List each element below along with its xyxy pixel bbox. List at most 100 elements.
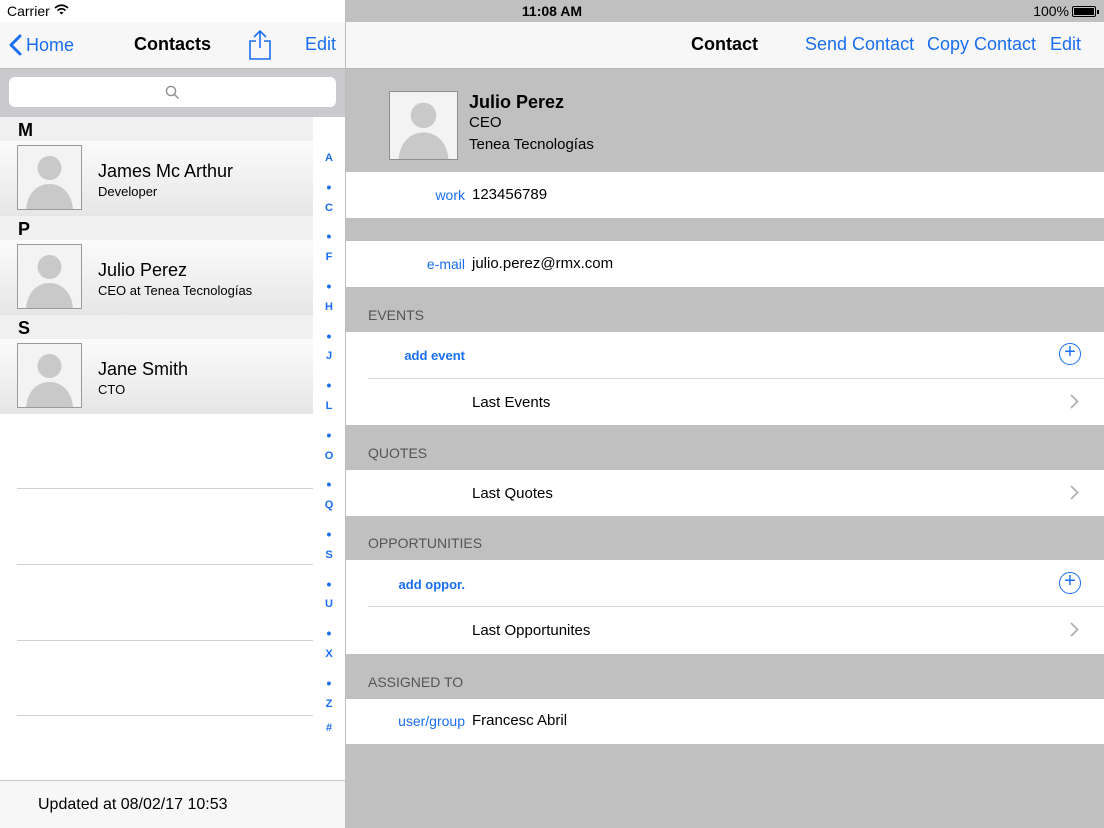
battery-status: 100% bbox=[1033, 3, 1099, 19]
work-value: 123456789 bbox=[472, 186, 548, 203]
avatar bbox=[17, 145, 82, 210]
contact-title: Contact bbox=[691, 34, 758, 54]
add-event-label[interactable]: add event bbox=[404, 348, 465, 363]
assigned-row[interactable]: user/group Francesc Abril bbox=[346, 699, 1104, 744]
last-quotes-row[interactable]: Last Quotes bbox=[346, 470, 1104, 516]
contact-nav-bar: Contact Send Contact Copy Contact Edit bbox=[346, 22, 1104, 69]
add-opportunity-label[interactable]: add oppor. bbox=[399, 577, 465, 592]
index-dot[interactable]: • bbox=[318, 276, 340, 301]
events-group: add event + Last Events bbox=[346, 332, 1104, 425]
work-label: work bbox=[435, 187, 465, 203]
quotes-header: QUOTES bbox=[368, 445, 428, 461]
index-letter[interactable]: A bbox=[318, 152, 340, 177]
index-dot[interactable]: • bbox=[318, 474, 340, 499]
index-letter[interactable]: O bbox=[318, 450, 340, 475]
index-letter[interactable]: Q bbox=[318, 499, 340, 524]
search-input[interactable] bbox=[9, 77, 336, 107]
index-dot[interactable]: • bbox=[318, 425, 340, 450]
search-bar bbox=[0, 69, 345, 117]
user-group-label: user/group bbox=[398, 713, 465, 729]
index-letter[interactable]: C bbox=[318, 202, 340, 227]
events-header: EVENTS bbox=[368, 307, 425, 323]
person-placeholder-icon bbox=[26, 255, 73, 308]
contacts-nav-bar: Home Contacts Edit bbox=[0, 22, 345, 69]
last-quotes-label: Last Quotes bbox=[472, 485, 553, 502]
contact-subtitle: CTO bbox=[98, 382, 126, 397]
last-opportunities-label[interactable]: Last Opportunites bbox=[472, 622, 590, 639]
index-dot[interactable]: • bbox=[318, 623, 340, 648]
avatar bbox=[17, 343, 82, 408]
index-dot[interactable]: • bbox=[318, 177, 340, 202]
status-bar: Carrier 11:08 AM 100% bbox=[0, 0, 1104, 22]
assigned-header: ASSIGNED TO bbox=[368, 674, 464, 690]
index-dot[interactable]: • bbox=[318, 326, 340, 351]
updated-footer: Updated at 08/02/17 10:53 bbox=[0, 780, 345, 828]
email-label: e-mail bbox=[426, 256, 465, 272]
section-header-s: S bbox=[0, 315, 313, 339]
person-placeholder-icon bbox=[398, 102, 449, 159]
index-letter[interactable]: # bbox=[318, 722, 340, 747]
person-placeholder-icon bbox=[26, 354, 73, 407]
row-separator bbox=[368, 378, 1104, 379]
section-index[interactable]: A • C • F • H • J • L • O • Q • S • U • X • Z # bbox=[318, 152, 340, 747]
send-contact-button[interactable]: Send Contact bbox=[805, 34, 914, 55]
section-header-p: P bbox=[0, 216, 313, 240]
index-dot[interactable]: • bbox=[318, 375, 340, 400]
index-letter[interactable]: X bbox=[318, 648, 340, 673]
avatar bbox=[17, 244, 82, 309]
search-icon bbox=[165, 85, 180, 99]
contact-job-title: CEO bbox=[469, 114, 502, 131]
index-dot[interactable]: • bbox=[318, 673, 340, 698]
contact-detail-pane: Contact Send Contact Copy Contact Edit J… bbox=[346, 0, 1104, 828]
index-letter[interactable]: J bbox=[318, 350, 340, 375]
email-row[interactable]: e-mail julio.perez@rmx.com bbox=[346, 241, 1104, 287]
email-value: julio.perez@rmx.com bbox=[472, 255, 614, 272]
index-letter[interactable]: H bbox=[318, 301, 340, 326]
index-letter[interactable]: Z bbox=[318, 698, 340, 723]
empty-row-separator bbox=[17, 488, 313, 489]
empty-row-separator bbox=[17, 564, 313, 565]
contact-company: Tenea Tecnologías bbox=[469, 136, 594, 153]
empty-row-separator bbox=[17, 715, 313, 716]
index-dot[interactable]: • bbox=[318, 226, 340, 251]
contact-subtitle: Developer bbox=[98, 184, 158, 199]
index-dot[interactable]: • bbox=[318, 574, 340, 599]
user-group-value: Francesc Abril bbox=[472, 712, 568, 729]
opportunities-group: add oppor. + Last Opportunites bbox=[346, 560, 1104, 654]
updated-text: Updated at 08/02/17 10:53 bbox=[38, 796, 228, 813]
contact-edit-button[interactable]: Edit bbox=[1050, 34, 1081, 55]
contact-row-james[interactable]: James Mc Arthur Developer bbox=[0, 141, 313, 216]
last-events-label[interactable]: Last Events bbox=[472, 394, 550, 411]
index-letter[interactable]: S bbox=[318, 549, 340, 574]
contact-name: James Mc Arthur bbox=[98, 161, 234, 181]
battery-percent: 100% bbox=[1033, 3, 1069, 19]
contacts-pane: Home Contacts Edit M James Mc Arthur Dev… bbox=[0, 0, 346, 828]
section-header-m: M bbox=[0, 117, 313, 141]
chevron-right-icon bbox=[1070, 485, 1079, 500]
chevron-right-icon bbox=[1070, 394, 1079, 409]
home-back-label: Home bbox=[26, 34, 75, 55]
chevron-right-icon bbox=[1070, 622, 1079, 637]
contacts-title: Contacts bbox=[134, 34, 212, 54]
add-event-plus-icon[interactable]: + bbox=[1059, 342, 1081, 365]
row-separator bbox=[368, 606, 1104, 607]
empty-row-separator bbox=[17, 640, 313, 641]
share-button[interactable] bbox=[249, 29, 271, 65]
index-letter[interactable]: U bbox=[318, 598, 340, 623]
work-phone-row[interactable]: work 123456789 bbox=[346, 172, 1104, 218]
index-letter[interactable]: F bbox=[318, 251, 340, 276]
chevron-left-icon bbox=[9, 34, 22, 56]
opportunities-header: OPPORTUNITIES bbox=[368, 535, 483, 551]
home-back-button[interactable]: Home bbox=[9, 34, 74, 56]
contact-name: Jane Smith bbox=[98, 359, 189, 379]
copy-contact-button[interactable]: Copy Contact bbox=[927, 34, 1036, 55]
contact-row-jane[interactable]: Jane Smith CTO bbox=[0, 339, 313, 414]
contacts-edit-button[interactable]: Edit bbox=[305, 34, 336, 55]
contact-subtitle: CEO at Tenea Tecnologías bbox=[98, 283, 253, 298]
add-opportunity-plus-icon[interactable]: + bbox=[1059, 571, 1081, 594]
index-dot[interactable]: • bbox=[318, 524, 340, 549]
index-letter[interactable]: L bbox=[318, 400, 340, 425]
person-placeholder-icon bbox=[26, 156, 73, 209]
contact-avatar bbox=[389, 91, 458, 160]
contact-row-julio[interactable]: Julio Perez CEO at Tenea Tecnologías bbox=[0, 240, 313, 315]
